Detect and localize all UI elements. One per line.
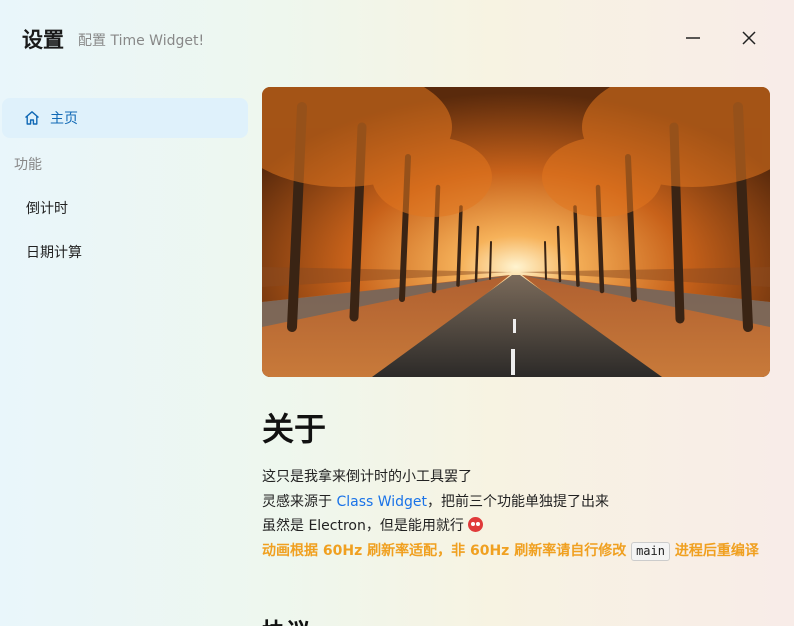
title-bar: 设置 配置 Time Widget! xyxy=(0,0,794,76)
about-text: 这只是我拿来倒计时的小工具罢了 灵感来源于 Class Widget，把前三个功… xyxy=(262,465,772,563)
warning-prefix: 动画根据 60Hz 刷新率适配，非 60Hz 刷新率请自行修改 xyxy=(262,542,627,559)
sidebar-item-home-label: 主页 xyxy=(50,111,78,127)
angry-face-emoji-icon xyxy=(468,517,484,532)
license-heading: 协议 xyxy=(262,612,310,626)
about-line-1: 这只是我拿来倒计时的小工具罢了 xyxy=(262,469,472,485)
sidebar-section-label: 功能 xyxy=(14,157,42,173)
minimize-button[interactable] xyxy=(677,22,709,54)
close-icon xyxy=(742,31,756,45)
about-line-3-text: 虽然是 Electron，但是能用就行 xyxy=(262,518,464,534)
home-icon xyxy=(24,110,40,126)
about-line-2-suffix: ，把前三个功能单独提了出来 xyxy=(427,493,610,510)
main-process-code: main xyxy=(631,541,670,561)
about-section: 关于 这只是我拿来倒计时的小工具罢了 灵感来源于 Class Widget，把前… xyxy=(262,405,772,563)
sidebar-item-countdown[interactable]: 倒计时 xyxy=(26,198,68,218)
window-title: 设置 xyxy=(22,28,64,52)
about-line-3: 虽然是 Electron，但是能用就行 xyxy=(262,514,772,539)
settings-window: 设置 配置 Time Widget! 主页 功能 倒计时 日期计算 关于 这只是… xyxy=(0,0,794,626)
sidebar-item-date-calculation[interactable]: 日期计算 xyxy=(26,242,82,262)
about-line-2-prefix: 灵感来源于 xyxy=(262,493,337,510)
sidebar-item-home[interactable]: 主页 xyxy=(2,98,248,138)
close-button[interactable] xyxy=(733,22,765,54)
refresh-rate-warning: 动画根据 60Hz 刷新率适配，非 60Hz 刷新率请自行修改 main 进程后… xyxy=(262,539,772,564)
class-widget-link[interactable]: Class Widget xyxy=(336,494,427,510)
warning-suffix: 进程后重编译 xyxy=(674,542,759,559)
window-subtitle: 配置 Time Widget! xyxy=(78,33,205,49)
about-line-2: 灵感来源于 Class Widget，把前三个功能单独提了出来 xyxy=(262,490,772,515)
about-title: 关于 xyxy=(262,410,327,448)
hero-image xyxy=(262,87,770,377)
minimize-icon xyxy=(686,37,700,39)
